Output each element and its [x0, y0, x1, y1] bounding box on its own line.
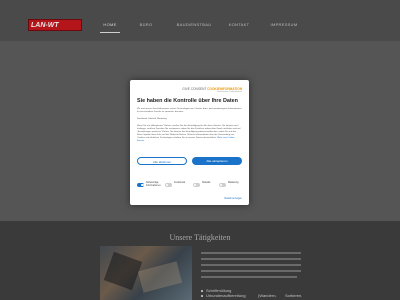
- toggle-switch-icon[interactable]: [165, 183, 172, 187]
- nav-item-impressum[interactable]: IMPRESSUM: [268, 20, 300, 32]
- list-item-text: Sortieren,: [285, 293, 303, 298]
- text-line: [201, 276, 297, 278]
- accept-all-button[interactable]: Alle akzeptieren: [192, 157, 242, 165]
- toggle-label: Statistik: [202, 181, 211, 184]
- text-line: [201, 264, 301, 266]
- list-item-text: (Wandern,: [258, 293, 277, 298]
- toggle-switch-icon[interactable]: [219, 183, 226, 187]
- list-item-text: Urkundenaufbereitung: [206, 293, 246, 298]
- nav-item-kontakt[interactable]: KONTAKT: [226, 20, 252, 32]
- section-title: Unsere Tätigkeiten: [169, 233, 231, 242]
- list-item: Urkundenaufbereitung (Wandern, Sortieren…: [201, 293, 303, 298]
- site-header: LAN-WT HOME BÜRO BAUDIENSTBAU KONTAKT IM…: [0, 0, 400, 41]
- consent-toggles: Notwendige Informationen Funktional Stat…: [137, 181, 247, 194]
- brand-subtitle: Zertifiziertes Cookie-Banner: [217, 91, 242, 93]
- text-line: [201, 270, 301, 272]
- activity-photo: [100, 246, 192, 300]
- activity-list: Schriftmüllung Urkundenaufbereitung (Wan…: [201, 288, 303, 298]
- brand-prefix: GIVE CONSENT: [182, 87, 207, 91]
- section-body-text: [201, 252, 301, 282]
- photo-highlight-shape: [137, 261, 183, 293]
- consent-title: Sie haben die Kontrolle über Ihre Daten: [137, 98, 238, 104]
- bullet-icon: [201, 290, 203, 292]
- text-line: [201, 252, 301, 254]
- bullet-icon: [201, 295, 203, 297]
- site-logo[interactable]: LAN-WT: [28, 19, 82, 31]
- show-details-link[interactable]: Details anzeigen: [224, 197, 242, 200]
- photo-shadow-shape: [103, 251, 143, 291]
- consent-purposes-text: Funktional, Statistik, Marketing: [137, 118, 167, 120]
- nav-item-buro[interactable]: BÜRO: [136, 20, 156, 32]
- text-line: [201, 258, 301, 260]
- toggle-switch-icon[interactable]: [193, 183, 200, 187]
- toggle-label: Funktional: [174, 181, 186, 184]
- consent-intro-text: Wir und unsere Geschäftspartner nutzen T…: [137, 108, 242, 113]
- toggle-switch-icon[interactable]: [137, 183, 144, 187]
- reject-all-button[interactable]: Alle ablehnen: [137, 157, 187, 165]
- nav-item-home[interactable]: HOME: [100, 20, 120, 33]
- toggle-label: Notwendige Informationen: [146, 181, 161, 187]
- nav-item-baudienstbau[interactable]: BAUDIENSTBAU: [174, 20, 214, 32]
- cookie-consent-dialog: GIVE CONSENT COOKIEINFORMATION Zertifizi…: [130, 80, 249, 205]
- consent-details-text: Wenn Sie auf „Akzeptieren“ klicken, erte…: [137, 125, 242, 143]
- toggle-label: Marketing: [228, 181, 239, 184]
